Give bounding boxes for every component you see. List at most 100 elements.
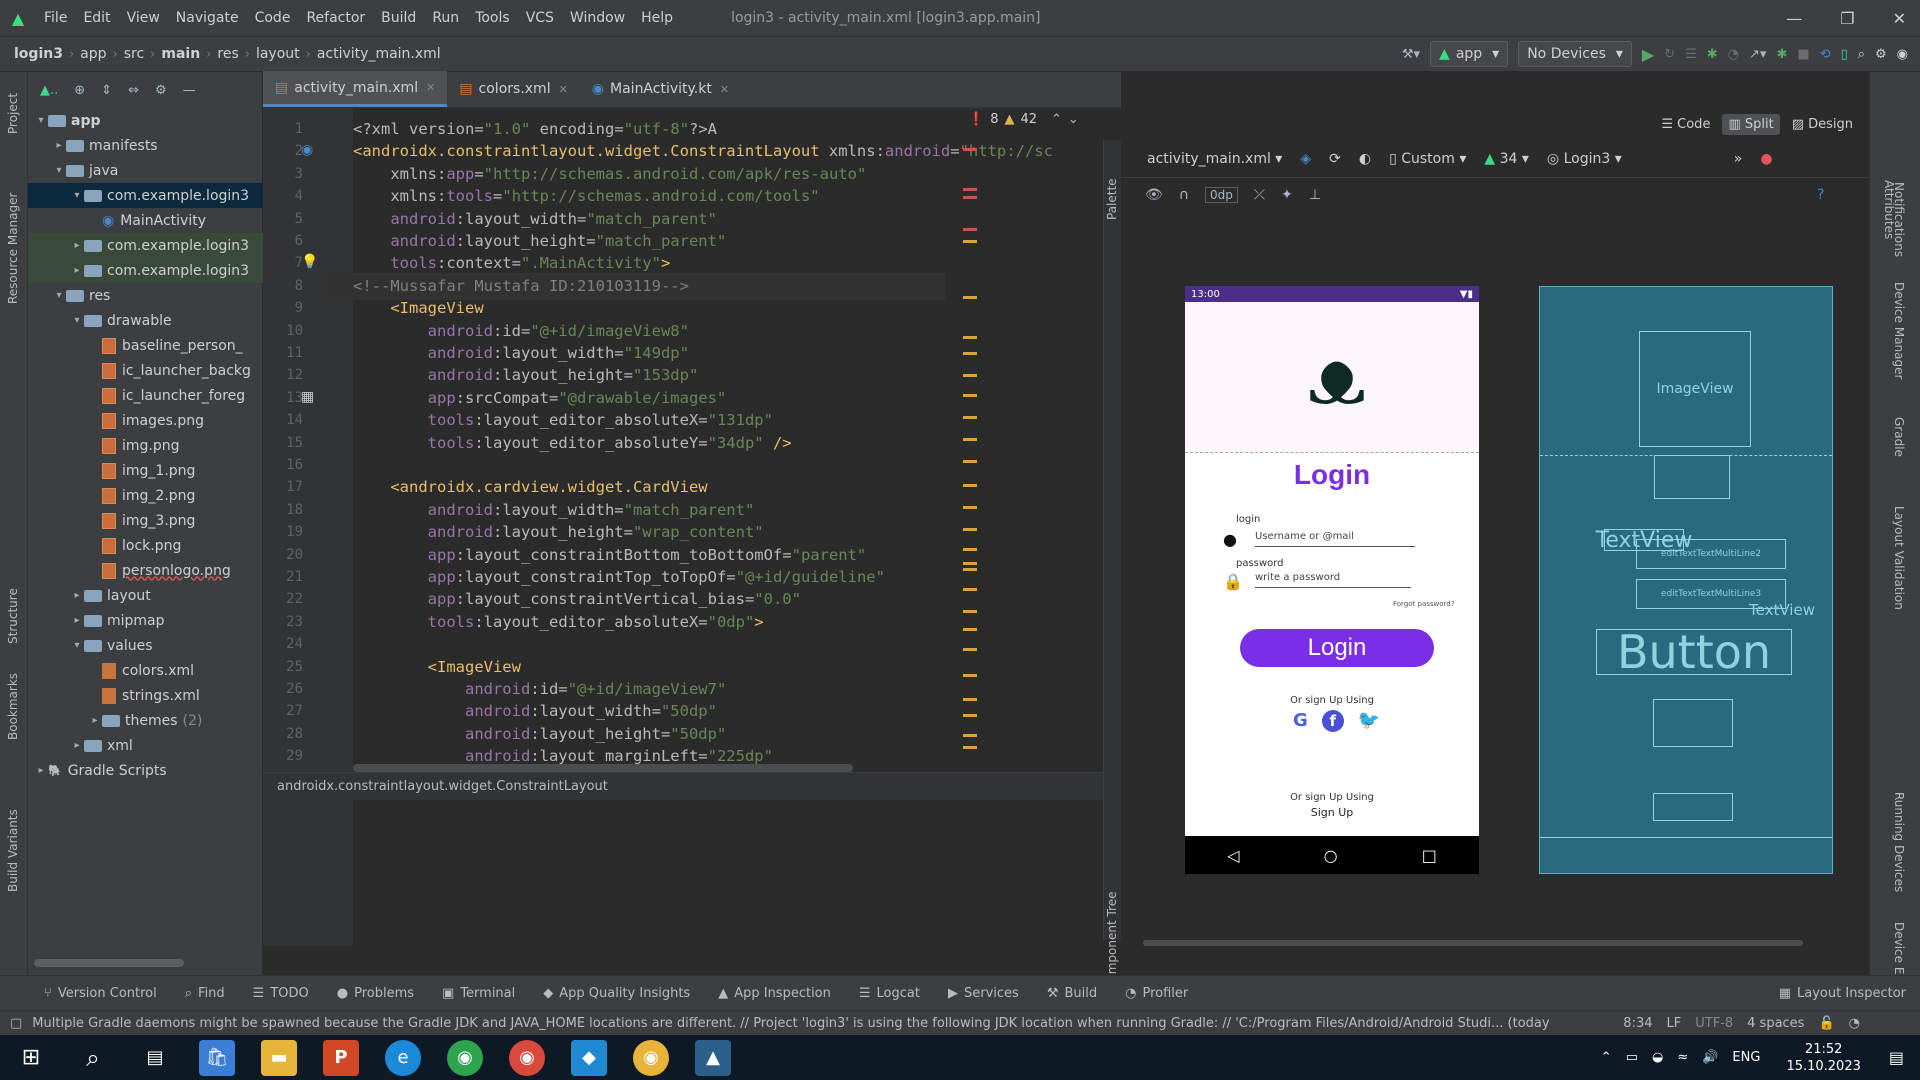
status-message[interactable]: Multiple Gradle daemons might be spawned… (32, 1016, 1607, 1031)
tool-logcat[interactable]: ☰ Logcat (845, 986, 934, 1001)
twitter-icon[interactable]: 🐦 (1358, 710, 1380, 732)
stripe-mark[interactable] (963, 484, 977, 487)
tool-terminal[interactable]: ▣ Terminal (428, 986, 529, 1001)
notification-center-icon[interactable]: ▤ (1889, 1048, 1904, 1067)
stripe-mark[interactable] (963, 610, 977, 613)
edge-icon[interactable]: e (385, 1039, 421, 1076)
apply-changes-icon[interactable]: ✱ (1776, 47, 1787, 62)
tree-item[interactable]: ▸ layout (28, 583, 263, 608)
account-icon[interactable]: ◉ (1897, 47, 1908, 62)
hammer-icon[interactable]: ⚒▾ (1402, 47, 1420, 62)
menu-view[interactable]: View (119, 10, 168, 26)
tree-item[interactable]: ▸ manifests (28, 133, 263, 158)
android-studio-taskbar-icon[interactable]: ▲ (695, 1039, 731, 1076)
chevron-right-icon[interactable]: ▸ (70, 615, 84, 626)
tree-item[interactable]: img_1.png (28, 458, 263, 483)
menu-edit[interactable]: Edit (75, 10, 118, 26)
coverage-icon[interactable]: ☰ (1685, 47, 1697, 62)
tab-mainactivity-kt[interactable]: ◉ MainActivity.kt ✕ (580, 71, 741, 107)
close-icon[interactable]: ✕ (1893, 9, 1906, 28)
chevron-right-icon[interactable]: ▸ (34, 765, 48, 776)
stripe-mark[interactable] (963, 188, 977, 191)
overflow-icon[interactable]: » (1734, 151, 1743, 167)
gradle-tab[interactable]: Gradle (1892, 417, 1906, 457)
chevron-right-icon[interactable]: ▸ (70, 265, 84, 276)
stripe-mark[interactable] (963, 528, 977, 531)
chevron-right-icon[interactable]: ▸ (70, 590, 84, 601)
chevron-down-icon[interactable]: ▾ (52, 290, 66, 301)
search-icon[interactable]: ⌕ (1858, 47, 1865, 62)
layers-icon[interactable]: ◈ (1300, 151, 1311, 167)
view-code-button[interactable]: ☰ Code (1655, 114, 1716, 135)
clear-constraints-icon[interactable]: ⤫ (1254, 187, 1265, 203)
tool-build[interactable]: ⚒ Build (1033, 986, 1111, 1001)
device-manager-tab[interactable]: Device Manager (1892, 282, 1906, 379)
profile-icon[interactable]: ◔ (1728, 47, 1739, 62)
tree-item[interactable]: colors.xml (28, 658, 263, 683)
layout-validation-tab[interactable]: Layout Validation (1892, 506, 1906, 610)
tab-colors-xml[interactable]: ▤ colors.xml ✕ (447, 71, 579, 107)
powerpoint-icon[interactable]: P (323, 1039, 359, 1076)
expand-all-icon[interactable]: ⇕ (101, 83, 112, 98)
stripe-mark[interactable] (963, 746, 977, 749)
menu-file[interactable]: File (36, 10, 75, 26)
username-input[interactable]: Username or @mail (1255, 527, 1415, 547)
breadcrumb-item[interactable]: app (76, 46, 110, 62)
tree-item[interactable]: strings.xml (28, 683, 263, 708)
stop-icon[interactable]: ■ (1797, 47, 1809, 62)
lock-status-icon[interactable]: 🔓 (1818, 1016, 1834, 1031)
stripe-mark[interactable] (963, 588, 977, 591)
api-dropdown[interactable]: ▲ 34 ▾ (1484, 151, 1529, 167)
chevron-down-icon[interactable]: ▾ (70, 315, 84, 326)
language-indicator[interactable]: ENG (1732, 1050, 1760, 1065)
view-split-button[interactable]: ▥ Split (1722, 113, 1780, 135)
blueprint-edittext-1[interactable]: editTextTextMultiLine2 (1636, 539, 1786, 569)
structure-tool-tab[interactable]: Structure (6, 588, 20, 644)
rerun-icon[interactable]: ↻ (1664, 47, 1675, 62)
login-button[interactable]: Login (1240, 629, 1434, 667)
view-design-button[interactable]: ▨ Design (1786, 114, 1859, 135)
chevron-down-icon[interactable]: ▾ (70, 640, 84, 651)
palette-tab[interactable]: Palette (1105, 178, 1119, 220)
bookmarks-tool-tab[interactable]: Bookmarks (6, 673, 20, 740)
project-tool-tab[interactable]: Project (6, 93, 20, 134)
layout-file-dropdown[interactable]: activity_main.xml ▾ (1147, 151, 1282, 167)
layout-inspector-tab[interactable]: ▦ Layout Inspector (1765, 986, 1920, 1001)
chevron-right-icon[interactable]: ▸ (52, 140, 66, 151)
tree-item[interactable]: ▾ app (28, 108, 263, 133)
tree-item[interactable]: ▾ res (28, 283, 263, 308)
tree-item[interactable]: ▸ 🐘 Gradle Scripts (28, 758, 263, 783)
stripe-mark[interactable] (963, 714, 977, 717)
infer-constraints-icon[interactable]: ✦ (1281, 187, 1293, 203)
tree-item[interactable]: img.png (28, 433, 263, 458)
blueprint-textview-2[interactable]: TextView (1749, 601, 1815, 619)
guideline-icon[interactable]: ⊥ (1309, 187, 1321, 203)
tray-chevron-icon[interactable]: ⌃ (1601, 1050, 1612, 1065)
error-badge-icon[interactable]: ● (1760, 151, 1772, 167)
tree-item[interactable]: images.png (28, 408, 263, 433)
device-dropdown-design[interactable]: ▯ Custom ▾ (1389, 151, 1466, 167)
menu-refactor[interactable]: Refactor (298, 10, 373, 26)
tool-app-inspection[interactable]: ▲ App Inspection (704, 986, 845, 1001)
attach-debugger-icon[interactable]: ↗▾ (1749, 47, 1766, 62)
menu-build[interactable]: Build (373, 10, 424, 26)
stripe-mark[interactable] (963, 674, 977, 677)
menu-run[interactable]: Run (424, 10, 467, 26)
menu-tools[interactable]: Tools (467, 10, 518, 26)
stripe-mark[interactable] (963, 148, 977, 151)
tree-item[interactable]: lock.png (28, 533, 263, 558)
tree-item[interactable]: ▸ themes (2) (28, 708, 263, 733)
run-config-dropdown[interactable]: ▲ app ▾ (1430, 41, 1509, 67)
stripe-mark[interactable] (963, 734, 977, 737)
device-manager-icon[interactable]: ▯ (1841, 47, 1848, 62)
chevron-right-icon[interactable]: ▸ (70, 740, 84, 751)
chevron-down-icon[interactable]: ▾ (34, 115, 48, 126)
chevron-up-icon[interactable]: ⌃ (1051, 112, 1062, 127)
horizontal-scrollbar[interactable] (34, 959, 184, 967)
tool-app-quality-insights[interactable]: ◆ App Quality Insights (529, 986, 704, 1001)
blueprint-imageview[interactable]: ImageView (1639, 331, 1751, 447)
class-ref-icon[interactable]: ◉ (301, 142, 313, 158)
file-explorer-icon[interactable]: ▬ (261, 1039, 297, 1076)
tree-item[interactable]: ▸ xml (28, 733, 263, 758)
hide-icon[interactable]: — (183, 83, 196, 98)
